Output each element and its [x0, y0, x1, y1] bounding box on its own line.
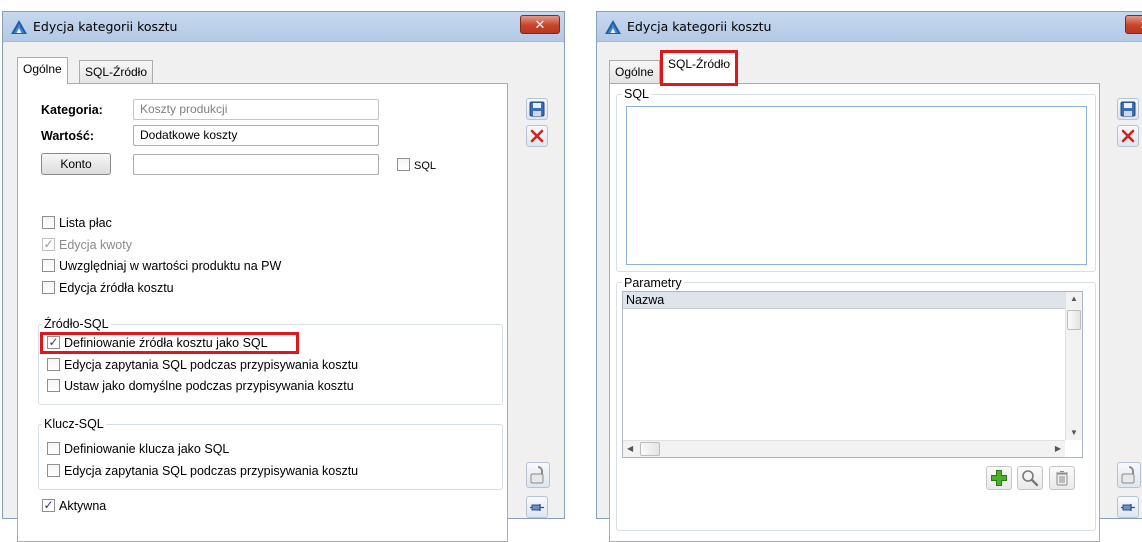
definiowanie-klucza-sql-checkbox[interactable]: Definiowanie klucza jako SQL — [47, 442, 229, 458]
padlock-icon — [1121, 466, 1135, 484]
aktywna-checkbox[interactable]: ✓ Aktywna — [42, 499, 106, 515]
checkbox[interactable] — [47, 442, 60, 455]
red-x-icon — [530, 129, 544, 143]
checkbox-label: Definiowanie klucza jako SQL — [64, 442, 230, 456]
sql-checkbox-label: SQL — [414, 160, 437, 172]
tab-panel-sql-zrodlo: SQL Parametry Nazwa ▲ ▼ ◀ ▶ — [609, 83, 1100, 542]
add-parameter-button[interactable] — [986, 466, 1012, 490]
title-bar: Edycja kategorii kosztu ✕ — [3, 12, 564, 42]
save-button[interactable] — [1117, 98, 1139, 120]
tab-label: Ogólne — [23, 62, 62, 76]
floppy-disk-icon — [529, 101, 545, 117]
sql-query-textarea[interactable] — [626, 106, 1087, 265]
save-button[interactable] — [526, 98, 548, 120]
kategoria-field[interactable]: Koszty produkcji — [133, 99, 379, 120]
klucz-sql-group-title: Klucz-SQL — [42, 417, 106, 431]
highlight-box — [40, 332, 299, 354]
magnifier-icon — [1022, 470, 1039, 487]
padlock-icon — [530, 466, 544, 484]
tab-sql-zrodlo[interactable]: SQL-Źródło — [79, 60, 154, 84]
scroll-up-icon[interactable]: ▲ — [1070, 294, 1078, 304]
checkbox-label: Edycja zapytania SQL podczas przypisywan… — [64, 358, 359, 372]
scroll-down-icon[interactable]: ▼ — [1070, 428, 1078, 438]
checkbox-label: Edycja zapytania SQL podczas przypisywan… — [64, 464, 359, 478]
tab-ogolne[interactable]: Ogólne — [609, 60, 660, 84]
pin-button[interactable] — [1117, 496, 1139, 518]
konto-button[interactable]: Konto — [41, 153, 111, 175]
pin-icon — [1121, 504, 1135, 511]
kategoria-label: Kategoria: — [41, 103, 103, 117]
trash-icon — [1056, 471, 1068, 486]
title-bar: Edycja kategorii kosztu ✕ — [597, 12, 1142, 42]
window-client-area: Ogólne SQL-Źródło SQL Parametry Nazwa ▲ … — [597, 43, 1142, 542]
vertical-scrollbar[interactable]: ▲ ▼ — [1065, 292, 1082, 440]
floppy-disk-icon — [1120, 101, 1136, 117]
edycja-kwoty-checkbox: ✓ Edycja kwoty — [42, 238, 132, 254]
edit-cost-category-window-right: Edycja kategorii kosztu ✕ Ogólne SQL-Źró… — [596, 11, 1142, 542]
checkbox-label: Ustaw jako domyślne podczas przypisywani… — [64, 379, 354, 393]
ustaw-domyslne-checkbox[interactable]: Ustaw jako domyślne podczas przypisywani… — [47, 379, 354, 395]
close-button[interactable]: ✕ — [520, 15, 560, 34]
sql-group-title: SQL — [622, 87, 652, 101]
lock-button[interactable] — [1117, 462, 1141, 488]
checkbox[interactable] — [397, 158, 410, 171]
edycja-zrodla-checkbox[interactable]: Edycja źródła kosztu — [42, 281, 174, 297]
pin-button[interactable] — [526, 496, 548, 518]
checkbox-label: Edycja źródła kosztu — [59, 281, 174, 295]
checkbox: ✓ — [42, 237, 55, 251]
red-x-icon — [1121, 129, 1135, 143]
konto-field[interactable] — [133, 154, 379, 175]
tab-ogolne[interactable]: Ogólne — [17, 57, 68, 84]
sql-checkbox[interactable]: SQL — [397, 158, 436, 174]
wartosc-label: Wartość: — [41, 129, 95, 143]
close-icon: ✕ — [534, 17, 546, 32]
lista-plac-checkbox[interactable]: Lista płac — [42, 216, 112, 232]
cancel-button[interactable] — [526, 125, 548, 147]
search-parameter-button[interactable] — [1017, 466, 1043, 490]
scroll-thumb[interactable] — [1067, 310, 1081, 330]
edycja-zapytania-sql-checkbox[interactable]: Edycja zapytania SQL podczas przypisywan… — [47, 358, 358, 374]
checkbox[interactable] — [47, 379, 60, 392]
parametry-list[interactable]: Nazwa ▲ ▼ ◀ ▶ — [622, 291, 1083, 458]
checkbox-label: Uwzględniaj w wartości produktu na PW — [59, 259, 282, 273]
uwzgledniaj-checkbox[interactable]: Uwzględniaj w wartości produktu na PW — [42, 259, 281, 275]
checkbox[interactable] — [47, 464, 60, 477]
column-header-nazwa[interactable]: Nazwa — [623, 292, 1065, 309]
checkbox-label: Aktywna — [59, 499, 107, 513]
checkbox-label: Lista płac — [59, 216, 112, 230]
scroll-thumb[interactable] — [640, 442, 660, 456]
window-title: Edycja kategorii kosztu — [33, 19, 178, 34]
checkbox[interactable] — [42, 259, 55, 272]
tab-panel-ogolne: Kategoria: Koszty produkcji Wartość: Dod… — [17, 83, 508, 542]
checkbox[interactable] — [42, 216, 55, 229]
tab-label: Ogólne — [615, 65, 654, 79]
lock-button[interactable] — [526, 462, 550, 488]
tab-sql-zrodlo[interactable]: SQL-Źródło — [659, 50, 739, 86]
checkbox[interactable]: ✓ — [42, 499, 55, 512]
checkbox[interactable] — [47, 358, 60, 371]
window-title: Edycja kategorii kosztu — [627, 19, 772, 34]
green-plus-icon — [991, 470, 1007, 486]
checkbox[interactable] — [42, 281, 55, 294]
scroll-right-icon[interactable]: ▶ — [1055, 444, 1061, 454]
edit-cost-category-window-left: Edycja kategorii kosztu ✕ Ogólne SQL-Źró… — [2, 11, 565, 542]
tab-label: SQL-Źródło — [85, 65, 148, 79]
wartosc-field[interactable]: Dodatkowe koszty — [133, 125, 379, 146]
tab-label: SQL-Źródło — [668, 57, 731, 71]
app-icon — [11, 20, 27, 34]
delete-parameter-button[interactable] — [1049, 466, 1075, 490]
window-client-area: Ogólne SQL-Źródło Kategoria: Koszty prod… — [3, 43, 564, 542]
horizontal-scrollbar[interactable]: ◀ ▶ — [623, 440, 1065, 457]
zrodlo-sql-group-title: Źródło-SQL — [42, 317, 111, 331]
close-button[interactable]: ✕ — [1125, 15, 1142, 34]
pin-icon — [530, 504, 544, 511]
scroll-left-icon[interactable]: ◀ — [627, 444, 633, 454]
cancel-button[interactable] — [1117, 125, 1139, 147]
parametry-group-title: Parametry — [622, 276, 684, 290]
checkbox-label: Edycja kwoty — [59, 238, 132, 252]
app-icon — [605, 20, 621, 34]
klucz-edycja-zapytania-checkbox[interactable]: Edycja zapytania SQL podczas przypisywan… — [47, 464, 358, 480]
